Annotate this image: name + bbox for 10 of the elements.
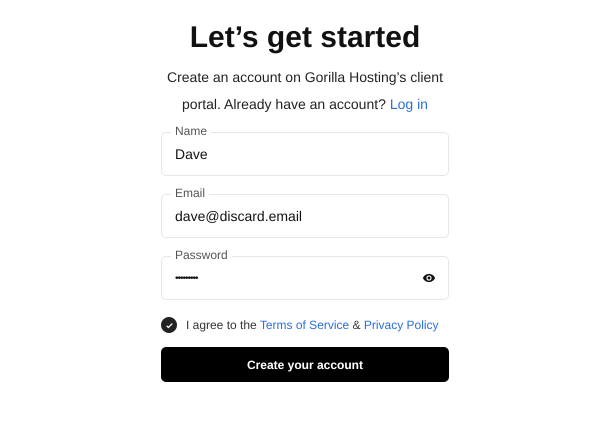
subtitle: Create an account on Gorilla Hosting’s client portal. Already have an account? Log in: [166, 68, 444, 114]
page-title: Let’s get started: [188, 20, 422, 56]
check-icon: [164, 320, 174, 330]
agreement-text: I agree to the Terms of Service & Privacy Policy: [186, 318, 439, 332]
terms-link[interactable]: Terms of Service: [260, 318, 350, 332]
checkbox[interactable]: [161, 317, 177, 333]
privacy-link[interactable]: Privacy Policy: [364, 318, 439, 332]
create-account-button[interactable]: Create your account: [161, 347, 449, 382]
eye-icon[interactable]: [422, 271, 436, 285]
login-link[interactable]: Log in: [390, 96, 428, 112]
